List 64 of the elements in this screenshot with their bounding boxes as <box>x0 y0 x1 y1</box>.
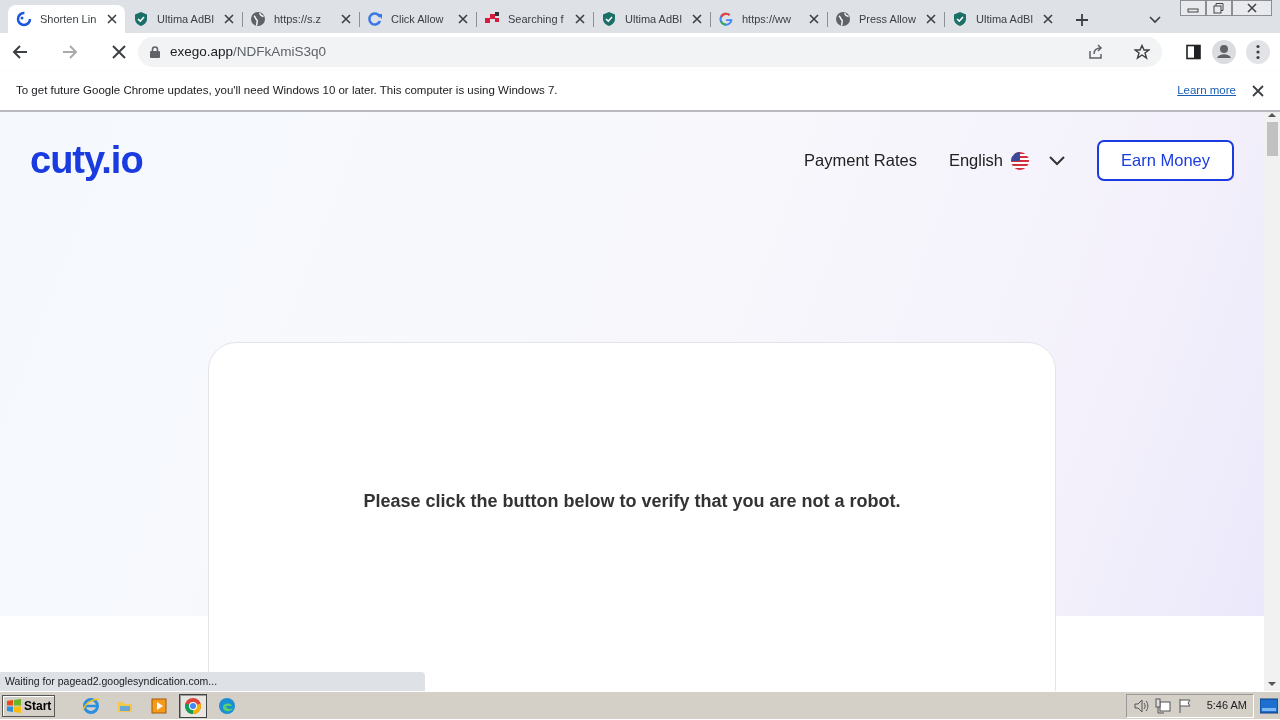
close-icon[interactable] <box>692 14 702 24</box>
verification-message: Please click the button below to verify that you are not a robot. <box>362 490 902 513</box>
windows-logo-icon <box>6 697 22 714</box>
minimize-icon[interactable] <box>1180 0 1206 16</box>
browser-tab[interactable]: Shorten Lin <box>8 5 125 33</box>
flag-icon[interactable] <box>1176 697 1193 714</box>
update-message: To get future Google Chrome updates, you'll need Windows 10 or later. This computer is using Windows 7. <box>16 82 558 98</box>
restore-icon[interactable] <box>1206 0 1232 16</box>
browser-tab[interactable]: Click Allow <box>359 5 476 33</box>
url-text[interactable]: exego.app/NDFkAmiS3q0 <box>170 41 327 63</box>
taskbar-app[interactable] <box>179 693 208 718</box>
lock-icon <box>150 46 160 58</box>
edge-icon <box>218 696 237 715</box>
shield-icon <box>133 11 149 27</box>
browser-tab[interactable]: Press Allow <box>827 5 944 33</box>
profile-icon[interactable] <box>1212 40 1236 64</box>
show-desktop-icon[interactable] <box>1260 697 1278 714</box>
stop-icon[interactable] <box>110 43 128 61</box>
close-icon[interactable] <box>1252 84 1264 97</box>
browser-tab[interactable]: Ultima AdBl <box>125 5 242 33</box>
close-icon[interactable] <box>458 14 468 24</box>
close-icon[interactable] <box>107 14 117 24</box>
chevron-down-icon <box>1049 155 1066 166</box>
speaker-icon[interactable] <box>1132 697 1149 714</box>
close-icon[interactable] <box>575 14 585 24</box>
close-icon[interactable] <box>1043 14 1053 24</box>
chrome-icon <box>184 696 203 715</box>
earn-money-button[interactable]: Earn Money <box>1097 140 1234 181</box>
menu-icon[interactable] <box>1246 40 1270 64</box>
address-bar[interactable]: exego.app/NDFkAmiS3q0 <box>138 37 1162 67</box>
status-text: Waiting for pagead2.googlesyndication.com... <box>0 672 425 691</box>
close-window-icon[interactable] <box>1232 0 1272 16</box>
site-logo[interactable]: cuty.io <box>30 132 143 189</box>
network-icon[interactable] <box>1154 697 1171 714</box>
star-icon[interactable] <box>1134 44 1150 60</box>
scroll-thumb[interactable] <box>1266 122 1278 156</box>
nav-link[interactable]: Payment Rates <box>804 148 917 173</box>
shield-icon <box>952 11 968 27</box>
share-icon[interactable] <box>1088 44 1104 60</box>
browser-tab[interactable]: Ultima AdBl <box>593 5 710 33</box>
close-icon[interactable] <box>224 14 234 24</box>
side-panel-icon[interactable] <box>1186 44 1202 60</box>
spinner-icon <box>16 11 32 27</box>
google-icon <box>718 11 734 27</box>
scroll-down-icon[interactable] <box>1268 681 1276 687</box>
shield-icon <box>601 11 617 27</box>
refresh-icon <box>367 11 383 27</box>
browser-tab[interactable]: Searching f <box>476 5 593 33</box>
scrollbar[interactable] <box>1264 112 1280 691</box>
close-icon[interactable] <box>341 14 351 24</box>
chevron-down-icon[interactable] <box>1149 16 1161 24</box>
ie-icon <box>82 696 101 715</box>
start-button[interactable]: Start <box>2 694 56 717</box>
browser-tab[interactable]: https://ww <box>710 5 827 33</box>
learn-more-link[interactable]: Learn more <box>1177 81 1236 100</box>
new-tab-icon[interactable] <box>1075 13 1089 27</box>
globe-icon <box>250 11 266 27</box>
close-icon[interactable] <box>809 14 819 24</box>
close-icon[interactable] <box>926 14 936 24</box>
browser-tab[interactable]: Ultima AdBl <box>944 5 1061 33</box>
play-icon <box>150 696 169 715</box>
language-selector[interactable]: English <box>948 148 1066 173</box>
globe-icon <box>835 11 851 27</box>
browser-tab[interactable]: https://s.z <box>242 5 359 33</box>
